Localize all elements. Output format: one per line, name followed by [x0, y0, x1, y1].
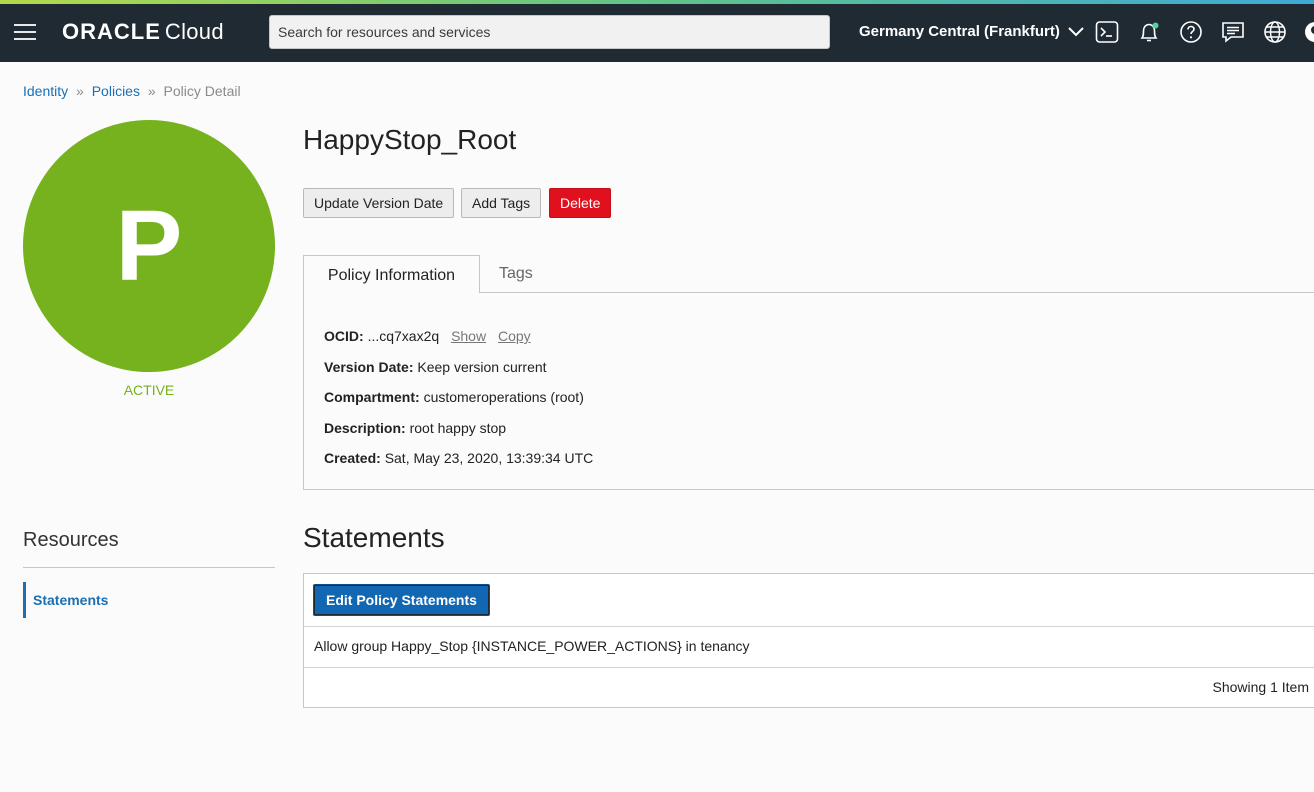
breadcrumb: Identity » Policies » Policy Detail [23, 83, 241, 99]
copy-ocid-link[interactable]: Copy [498, 328, 531, 344]
chat-icon[interactable] [1221, 20, 1245, 44]
description-value: root happy stop [409, 419, 507, 436]
ocid-row: OCID: ...cq7xax2q Show Copy [324, 321, 593, 352]
version-date-value: Keep version current [417, 358, 547, 375]
created-label: Created: [324, 450, 381, 466]
add-tags-button[interactable]: Add Tags [461, 188, 542, 218]
version-date-label: Version Date: [324, 358, 414, 375]
top-navigation-bar: ORACLECloud Germany Central (Frankfurt) [0, 0, 1314, 62]
resources-item-statements[interactable]: Statements [23, 582, 108, 618]
created-row: Created: Sat, May 23, 2020, 13:39:34 UTC [324, 443, 593, 474]
breadcrumb-identity[interactable]: Identity [23, 83, 68, 99]
search-input[interactable] [269, 15, 830, 49]
notifications-bell-icon[interactable] [1137, 20, 1161, 44]
statements-heading: Statements [303, 522, 445, 553]
tab-divider [479, 292, 1314, 293]
resources-divider [23, 567, 275, 568]
page-title: HappyStop_Root [303, 124, 517, 155]
language-globe-icon[interactable] [1263, 20, 1287, 44]
cloud-shell-icon[interactable] [1095, 20, 1119, 44]
status-badge: ACTIVE [123, 382, 175, 398]
version-date-row: Version Date: Keep version current [324, 352, 593, 383]
chevron-down-icon [1068, 27, 1084, 37]
resources-heading: Resources [23, 529, 119, 551]
breadcrumb-policies[interactable]: Policies [92, 83, 140, 99]
compartment-row: Compartment: customeroperations (root) [324, 382, 593, 413]
statements-table: Edit Policy Statements Allow group Happy… [303, 573, 1314, 708]
policy-info-panel: Policy Information Tags OCID: ...cq7xax2… [303, 255, 1314, 490]
tab-policy-information[interactable]: Policy Information [304, 255, 480, 293]
policy-details: OCID: ...cq7xax2q Show Copy Version Date… [324, 321, 593, 474]
table-divider [304, 667, 1314, 668]
top-accent-stripe [0, 0, 1314, 4]
compartment-value: customeroperations (root) [423, 389, 584, 405]
edit-policy-statements-button[interactable]: Edit Policy Statements [313, 584, 490, 616]
compartment-label: Compartment: [324, 389, 420, 405]
ocid-label: OCID: [324, 328, 364, 344]
policy-avatar: P [23, 120, 275, 372]
description-label: Description: [324, 419, 406, 436]
hamburger-menu-icon[interactable] [14, 24, 36, 40]
table-row: Allow group Happy_Stop {INSTANCE_POWER_A… [314, 638, 750, 654]
show-ocid-link[interactable]: Show [451, 328, 486, 344]
help-icon[interactable] [1179, 20, 1203, 44]
breadcrumb-current: Policy Detail [163, 83, 241, 99]
update-version-date-button[interactable]: Update Version Date [303, 188, 455, 218]
breadcrumb-separator: » [147, 83, 156, 99]
oracle-cloud-logo[interactable]: ORACLE Cloud [62, 19, 224, 45]
description-row: Description: root happy stop [324, 413, 593, 444]
region-selector[interactable]: Germany Central (Frankfurt) [859, 23, 1084, 40]
table-divider [304, 626, 1314, 627]
avatar-letter: P [115, 189, 183, 302]
profile-icon[interactable] [1303, 20, 1314, 44]
tab-tags[interactable]: Tags [499, 255, 533, 293]
breadcrumb-separator: » [76, 83, 84, 99]
region-label: Germany Central (Frankfurt) [859, 23, 1060, 40]
delete-button[interactable]: Delete [549, 188, 612, 218]
table-footer-count: Showing 1 Item [1212, 679, 1310, 695]
created-value: Sat, May 23, 2020, 13:39:34 UTC [384, 450, 594, 466]
ocid-value: ...cq7xax2q [367, 328, 440, 344]
